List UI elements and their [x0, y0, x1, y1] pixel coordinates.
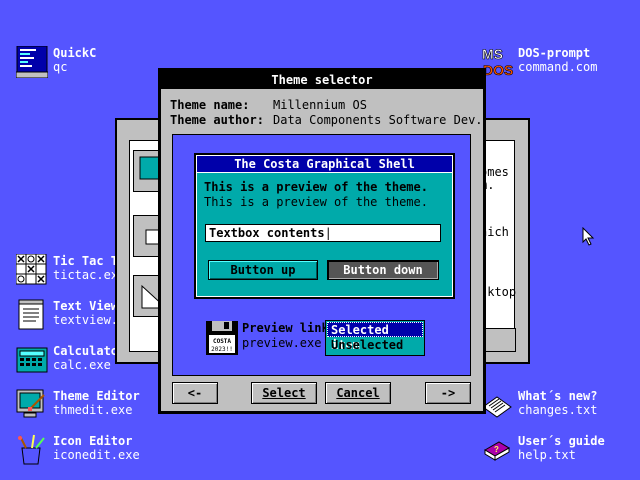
- mouse-cursor-icon: [582, 227, 595, 246]
- bg-text-line: hich: [480, 225, 509, 239]
- svg-text:DOS: DOS: [483, 62, 513, 78]
- theme-author-label: Theme author:: [170, 113, 264, 127]
- bg-text-line: sktop: [480, 285, 517, 299]
- text-cursor: |: [324, 226, 332, 240]
- list-item-selected[interactable]: Selected item: [327, 322, 423, 352]
- preview-link-file: preview.exe: [242, 336, 322, 350]
- quickc-icon: [16, 46, 48, 78]
- calculator-icon: [16, 347, 48, 373]
- next-theme-button[interactable]: ->: [425, 382, 471, 404]
- desktop-icon-title: User´s guide: [518, 434, 605, 448]
- preview-link[interactable]: COSTA 2023!! Preview link preview.exe: [206, 321, 336, 357]
- preview-textbox[interactable]: Textbox contents|: [205, 224, 441, 242]
- desktop-icon-file: calc.exe: [53, 358, 111, 372]
- desktop-icon-file: changes.txt: [518, 403, 598, 417]
- window-title: Theme selector: [161, 71, 483, 89]
- svg-text:COSTA: COSTA: [213, 338, 231, 345]
- select-button[interactable]: Select: [251, 382, 317, 404]
- preview-text-bold: This is a preview of the theme.: [204, 180, 428, 194]
- desktop-icon-file: qc: [53, 60, 68, 74]
- cancel-button-label: Cancel: [336, 386, 380, 400]
- bg-window-right-text: omes m. hich sktop: [480, 166, 526, 299]
- select-button-label: Select: [262, 386, 306, 400]
- svg-text:MS: MS: [482, 46, 503, 62]
- cancel-button[interactable]: Cancel: [325, 382, 391, 404]
- preview-listbox[interactable]: Selected item Unselected: [325, 320, 425, 356]
- preview-window: The Costa Graphical Shell This is a prev…: [194, 153, 455, 299]
- help-book-icon: ?: [484, 441, 510, 461]
- floppy-disk-icon: COSTA 2023!!: [206, 321, 238, 355]
- desktop-icon-file: iconedit.exe: [53, 448, 140, 462]
- preview-button-up[interactable]: Button up: [208, 260, 318, 280]
- bg-text-line: m.: [480, 178, 495, 192]
- preview-window-title: The Costa Graphical Shell: [197, 156, 452, 173]
- theme-selector-window: Theme selector Theme name: Millennium OS…: [158, 68, 486, 414]
- previous-theme-button[interactable]: <-: [172, 382, 218, 404]
- desktop-icon-title: What´s new?: [518, 389, 598, 403]
- desktop-icon-title: Icon Editor: [53, 434, 133, 448]
- theme-name-value: Millennium OS: [273, 98, 367, 112]
- paint-tools-icon: [18, 434, 45, 465]
- preview-text-normal: This is a preview of the theme.: [204, 195, 428, 209]
- theme-name-label: Theme name:: [170, 98, 250, 112]
- desktop-icon-file: thmedit.exe: [53, 403, 133, 417]
- list-item-unselected[interactable]: Unselected: [327, 338, 423, 353]
- desktop-icon-title: QuickC: [53, 46, 97, 60]
- desktop-icon-title: Theme Editor: [53, 389, 140, 403]
- preview-link-title: Preview link: [242, 321, 329, 335]
- desktop-icon-file: help.txt: [518, 448, 576, 462]
- textbox-contents: Textbox contents: [209, 226, 325, 240]
- theme-preview-area: The Costa Graphical Shell This is a prev…: [172, 134, 471, 376]
- text-document-icon: [18, 299, 44, 330]
- svg-text:?: ?: [494, 445, 499, 454]
- preview-button-down[interactable]: Button down: [327, 260, 439, 280]
- theme-author-value: Data Components Software Dev.: [273, 113, 483, 127]
- desktop-icon-file: command.com: [518, 60, 598, 74]
- tictactoe-icon: [16, 254, 47, 285]
- monitor-paint-icon: [16, 389, 45, 418]
- desktop-icon-title: DOS-prompt: [518, 46, 591, 60]
- svg-text:2023!!: 2023!!: [211, 346, 233, 353]
